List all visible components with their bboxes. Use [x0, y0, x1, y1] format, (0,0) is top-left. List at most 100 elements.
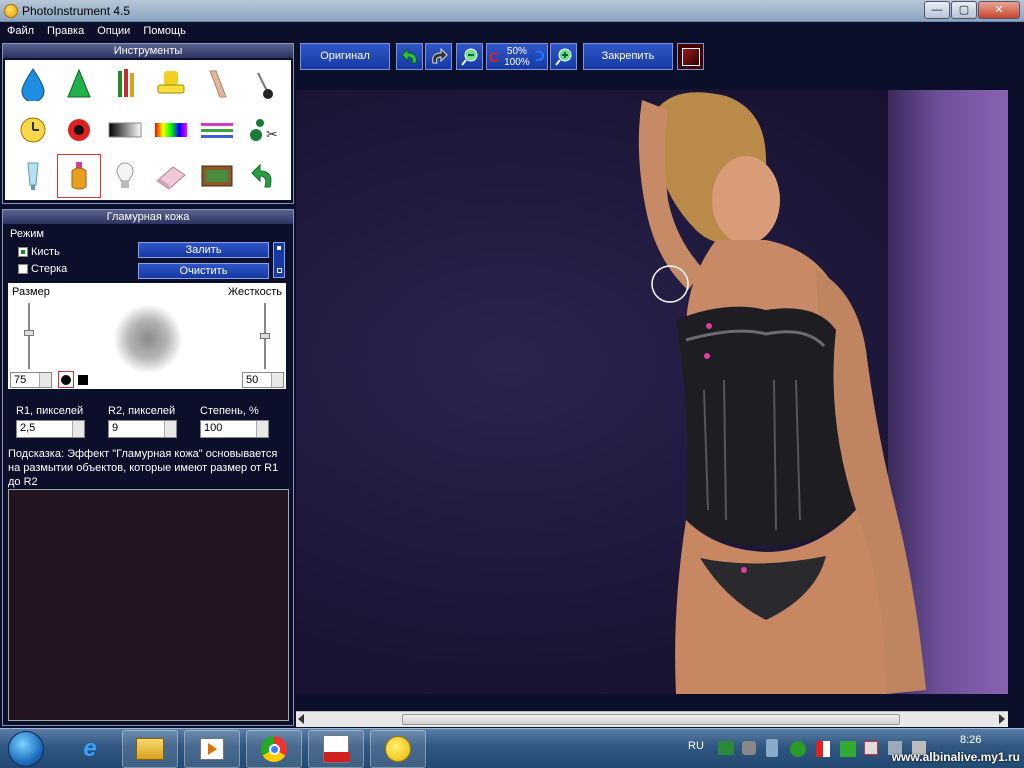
scroll-left-icon[interactable]: [298, 714, 304, 724]
redo-icon: [431, 47, 448, 63]
size-spinner[interactable]: 75: [10, 372, 52, 388]
zoom-out-button[interactable]: [456, 43, 483, 70]
size-slider-track: [28, 303, 30, 369]
tools-grid: ✂: [5, 60, 291, 200]
pin-tool-icon[interactable]: [241, 62, 285, 106]
maximize-button[interactable]: ▢: [951, 1, 977, 19]
gradient-icon[interactable]: [103, 108, 147, 152]
minimize-button[interactable]: —: [924, 1, 950, 19]
scroll-thumb[interactable]: [402, 714, 900, 725]
clock-icon[interactable]: [11, 108, 55, 152]
scroll-right-icon[interactable]: [999, 714, 1005, 724]
r2-input[interactable]: 9: [108, 420, 177, 438]
preview-pane: [8, 489, 289, 721]
menu-edit[interactable]: Правка: [40, 22, 90, 37]
photo-frame-icon[interactable]: [195, 154, 239, 198]
square-brush-icon[interactable]: [78, 375, 88, 385]
brush-settings-box: Размер Жесткость 75 50: [8, 283, 286, 389]
pin-button[interactable]: Закрепить: [583, 43, 673, 70]
eraser-icon[interactable]: [149, 154, 193, 198]
clear-button[interactable]: Очистить: [138, 263, 269, 279]
undo-button[interactable]: [396, 43, 423, 70]
zoom-increase-icon[interactable]: Ↄ: [535, 48, 545, 65]
tube-icon[interactable]: [11, 154, 55, 198]
smiley-icon: [385, 736, 411, 762]
perfume-bottle-icon[interactable]: [57, 154, 101, 198]
bulb-icon[interactable]: [103, 154, 147, 198]
hardness-slider-thumb[interactable]: [260, 333, 270, 339]
menu-options[interactable]: Опции: [90, 22, 136, 37]
original-button[interactable]: Оригинал: [300, 43, 390, 70]
smudge-icon[interactable]: [195, 62, 239, 106]
size-slider-thumb[interactable]: [24, 330, 34, 336]
round-brush-button[interactable]: [58, 371, 74, 388]
photoinstrument-task[interactable]: [370, 730, 426, 768]
tray-usb-icon[interactable]: [766, 739, 778, 757]
strength-input[interactable]: 100: [200, 420, 269, 438]
svg-text:✂: ✂: [266, 126, 278, 142]
hardness-label: Жесткость: [227, 286, 282, 298]
media-player-task[interactable]: [184, 730, 240, 768]
drop-icon[interactable]: [11, 62, 55, 106]
thumbnail-button[interactable]: [677, 43, 704, 70]
hardness-spinner[interactable]: 50: [242, 372, 284, 388]
mask-toggle-strip[interactable]: [273, 242, 285, 278]
hardness-spinner-arrows[interactable]: [271, 373, 283, 387]
undo-arrow-icon[interactable]: [241, 154, 285, 198]
r1-spinner-arrows[interactable]: [72, 421, 84, 437]
mask-toggle-square-icon: [277, 268, 282, 273]
explorer-task[interactable]: [122, 730, 178, 768]
color-spectrum-icon[interactable]: [149, 108, 193, 152]
strength-value: 100: [204, 422, 223, 434]
zoom-decrease-icon[interactable]: C: [489, 49, 499, 65]
tray-shield-icon[interactable]: [816, 741, 830, 757]
media-player-icon: [200, 738, 224, 760]
tray-app-icon[interactable]: [718, 741, 734, 755]
r2-spinner-arrows[interactable]: [164, 421, 176, 437]
eraser-radio[interactable]: [18, 264, 28, 274]
watermark: www.albinalive.my1.ru: [891, 750, 1020, 764]
tools-panel-title: Инструменты: [3, 44, 293, 58]
clock-time[interactable]: 8:26: [960, 734, 981, 746]
tray-check-icon[interactable]: [840, 741, 856, 757]
taskbar: e RU 8:26: [0, 728, 1024, 768]
lines-icon[interactable]: [195, 108, 239, 152]
brush-label: Кисть: [31, 246, 60, 258]
glamour-panel-title: Гламурная кожа: [3, 210, 293, 224]
brushes-icon[interactable]: [103, 62, 147, 106]
menu-file[interactable]: Файл: [0, 22, 40, 37]
r2-label: R2, пикселей: [108, 405, 176, 417]
stamp-icon[interactable]: [149, 62, 193, 106]
tray-flag-icon[interactable]: [864, 741, 878, 755]
red-eye-icon[interactable]: [57, 108, 101, 152]
tray-torrent-icon[interactable]: [790, 741, 806, 757]
zoom-top-value: 50%: [506, 45, 527, 57]
start-button[interactable]: [8, 731, 44, 767]
image-canvas[interactable]: [296, 90, 1008, 694]
ie-task[interactable]: e: [62, 730, 118, 768]
hardness-value: 50: [246, 374, 259, 386]
zoom-in-button[interactable]: [550, 43, 577, 70]
size-spinner-arrows[interactable]: [39, 373, 51, 387]
redo-button[interactable]: [425, 43, 452, 70]
tray-hdd-icon[interactable]: [742, 741, 756, 755]
zoom-bottom-value: 100%: [504, 56, 530, 68]
round-brush-icon: [61, 374, 71, 385]
brush-radio[interactable]: [18, 247, 28, 257]
strength-spinner-arrows[interactable]: [256, 421, 268, 437]
pdf-task[interactable]: [308, 730, 364, 768]
r1-input[interactable]: 2,5: [16, 420, 85, 438]
title-bar: PhotoInstrument 4.5 — ▢ ✕: [0, 0, 1024, 22]
menu-help[interactable]: Помощь: [136, 22, 192, 37]
horizontal-scrollbar[interactable]: [296, 711, 1008, 727]
chrome-task[interactable]: [246, 730, 302, 768]
language-indicator[interactable]: RU: [688, 740, 704, 752]
r1-label: R1, пикселей: [16, 405, 84, 417]
cone-icon[interactable]: [57, 62, 101, 106]
zoom-in-icon: [554, 48, 571, 66]
close-button[interactable]: ✕: [978, 1, 1020, 19]
clone-scissors-icon[interactable]: ✂: [241, 108, 285, 152]
brush-preview: [114, 305, 182, 373]
zoom-level-control[interactable]: C 50% 100% Ↄ: [486, 43, 548, 70]
fill-button[interactable]: Залить: [138, 242, 269, 258]
